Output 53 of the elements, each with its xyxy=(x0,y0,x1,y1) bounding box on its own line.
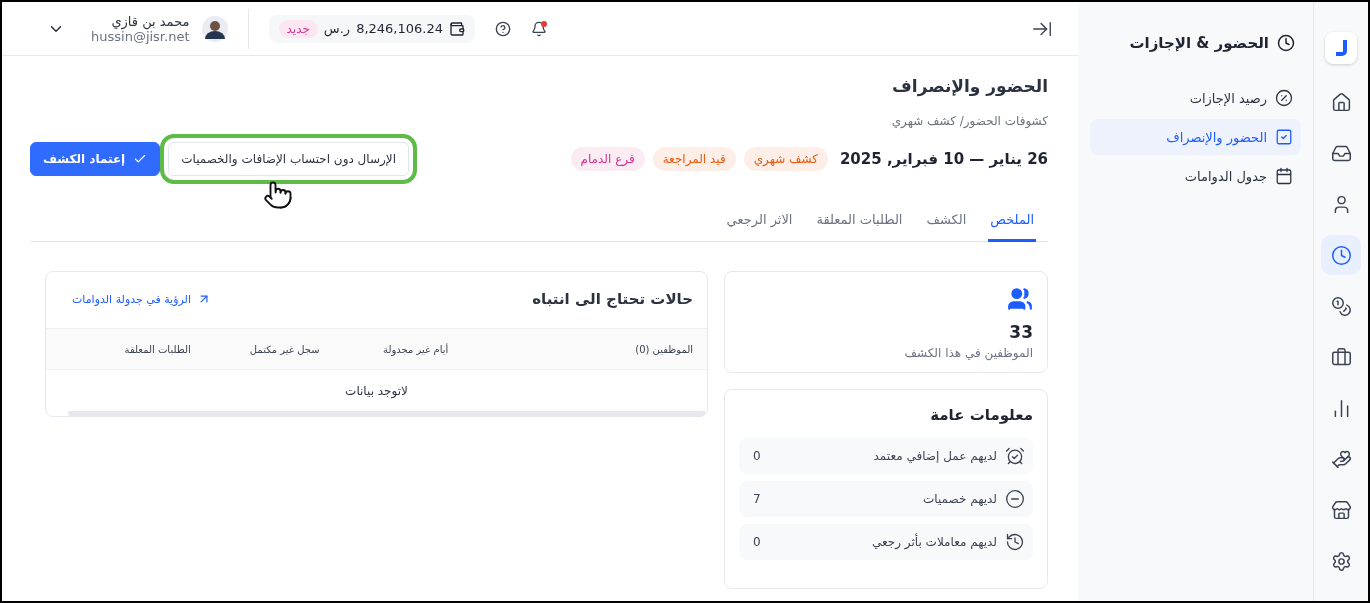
clock-icon xyxy=(1277,34,1295,52)
user-name: محمد بن قازي xyxy=(111,13,190,29)
approve-button[interactable]: إعتماد الكشف xyxy=(30,142,161,176)
card-title: معلومات عامة xyxy=(929,406,1033,424)
tab[interactable]: الاثر الرجعي xyxy=(724,204,795,242)
currency: ر.س xyxy=(323,21,351,36)
status-badge: كشف شهري xyxy=(743,147,828,171)
clock-icon[interactable] xyxy=(1321,235,1361,275)
info-value: 0 xyxy=(752,535,761,549)
clock-icon xyxy=(1005,446,1025,466)
sidebar-item[interactable]: جدول الدوامات xyxy=(1090,158,1301,194)
help-icon[interactable] xyxy=(495,20,511,37)
minus-circle-icon xyxy=(1005,489,1025,509)
avatar xyxy=(201,15,228,42)
users-icon xyxy=(1007,286,1033,312)
hand-cursor-icon xyxy=(263,180,294,210)
page-title: الحضور والإنصراف xyxy=(891,76,1048,96)
percent-icon xyxy=(1275,89,1293,107)
employee-count: 33 xyxy=(1009,322,1033,342)
user-email: hussin@jisr.net xyxy=(91,28,190,44)
check-icon xyxy=(133,152,148,166)
checkbox-icon xyxy=(1275,128,1293,146)
sidebar-item[interactable]: الحضور والإنصراف xyxy=(1090,119,1301,155)
info-label: لديهم عمل إضافي معتمد xyxy=(873,449,997,463)
balance: 8,246,106.24 xyxy=(356,21,443,36)
history-icon xyxy=(1005,532,1025,552)
bell-icon[interactable] xyxy=(531,20,547,37)
status-badge: فرع الدمام xyxy=(570,147,645,171)
schedule-link[interactable]: الرؤية في جدولة الدوامات xyxy=(60,292,211,306)
section-title: الحضور & الإجازات xyxy=(1129,34,1269,52)
column-header: أيام غير مجدولة xyxy=(382,343,449,355)
calendar-icon xyxy=(1275,167,1293,185)
empty-message: لاتوجد بيانات xyxy=(344,383,409,401)
logo-icon[interactable] xyxy=(1325,32,1357,64)
tab[interactable]: الطلبات المعلقة xyxy=(814,204,905,242)
info-value: 0 xyxy=(752,449,761,463)
column-header: الطلبات المعلقة xyxy=(123,343,191,355)
info-value: 7 xyxy=(752,492,761,506)
tab[interactable]: الملخص xyxy=(988,204,1036,242)
sidebar-item[interactable]: رصيد الإجازات xyxy=(1090,80,1301,116)
wallet-icon xyxy=(449,20,465,37)
period: 26 يناير — 10 فبراير, 2025 xyxy=(839,150,1048,168)
column-header: سجل غير مكتمل xyxy=(248,343,320,355)
info-label: لديهم معاملات بأثر رجعي xyxy=(872,535,997,549)
employee-count-label: الموظفين في هذا الكشف xyxy=(904,346,1033,360)
tab[interactable]: الكشف xyxy=(924,204,969,242)
breadcrumb: كشوفات الحضور/ كشف شهري xyxy=(890,114,1048,128)
card-title: حالات تحتاج الى انتباه xyxy=(532,290,693,308)
scrollbar[interactable] xyxy=(68,411,706,416)
status-badge: قيد المراجعة xyxy=(652,147,736,171)
column-header: الموظفين (0) xyxy=(634,343,693,355)
new-badge: جديد xyxy=(278,19,318,38)
info-label: لديهم خصميات xyxy=(923,492,997,506)
